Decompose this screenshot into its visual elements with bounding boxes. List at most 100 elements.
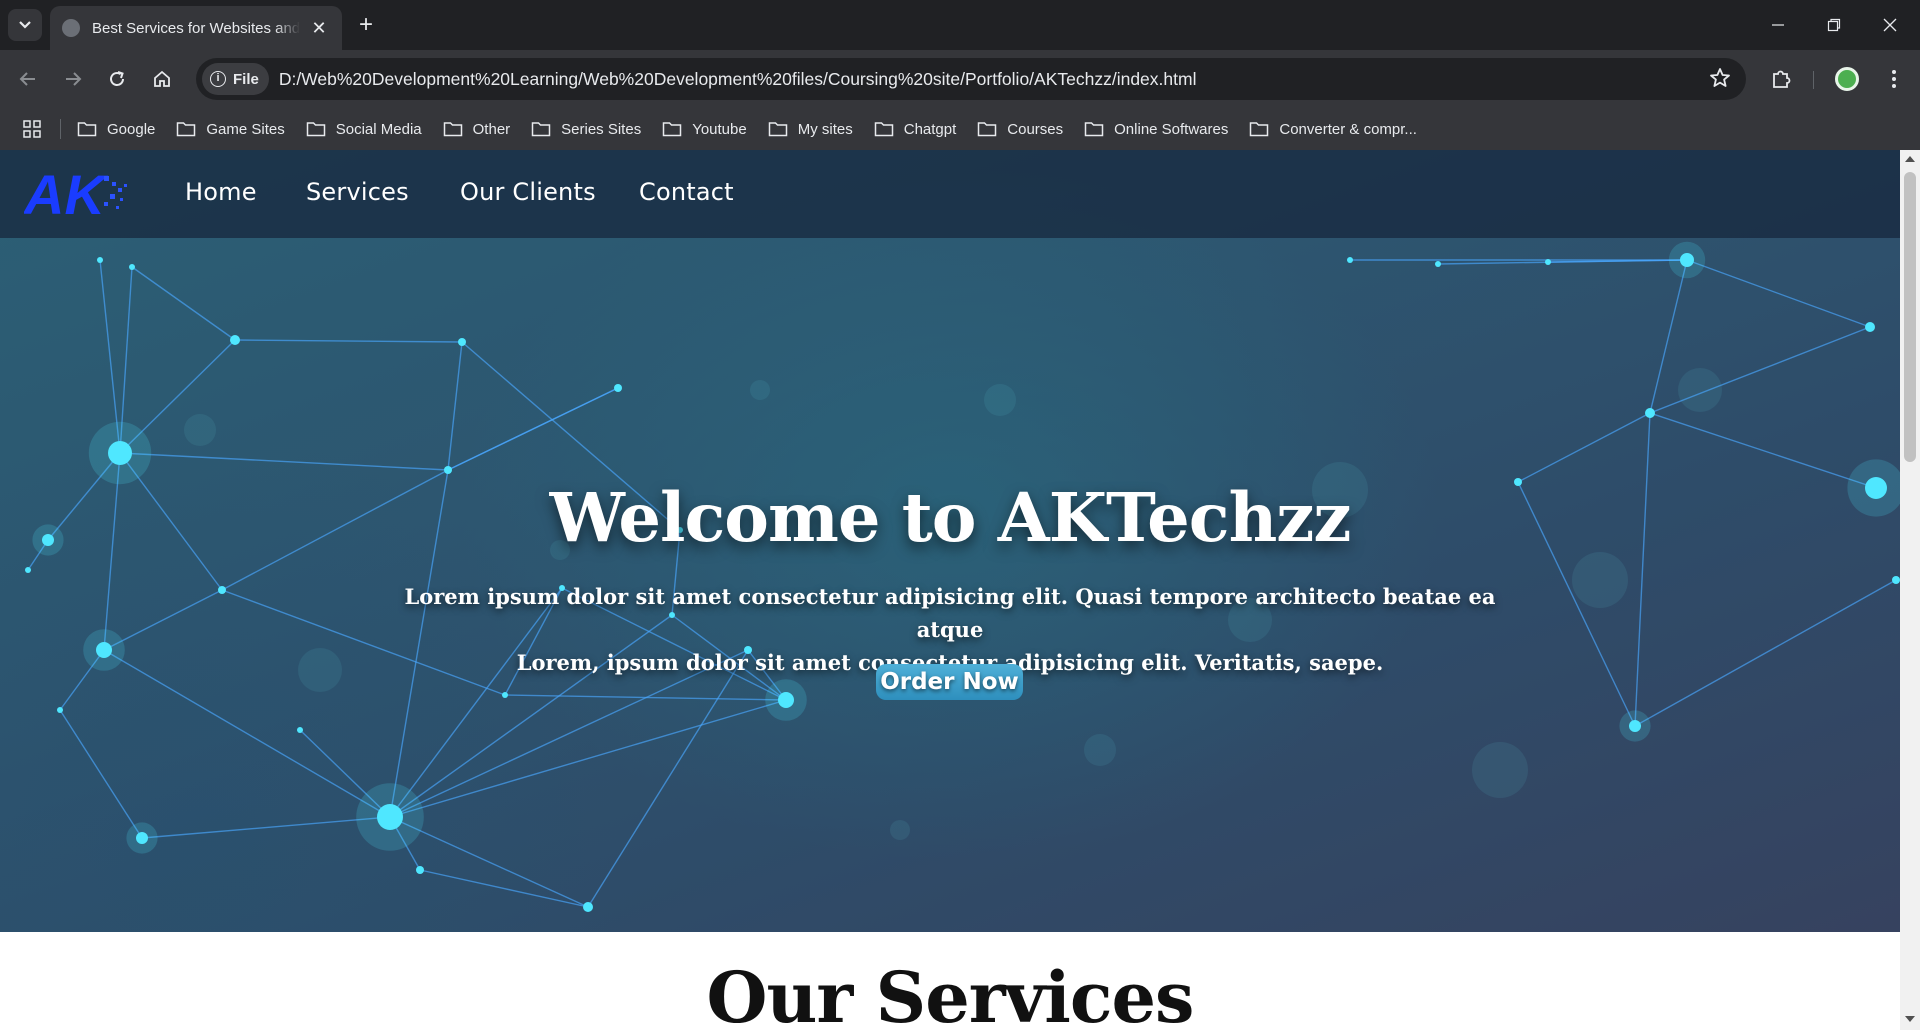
- url-text[interactable]: D:/Web%20Development%20Learning/Web%20De…: [279, 69, 1197, 90]
- folder-icon: [443, 122, 462, 137]
- network-node: [129, 264, 135, 270]
- bookmark-folder[interactable]: Social Media: [306, 121, 422, 138]
- nav-services[interactable]: Services: [306, 178, 409, 206]
- minimize-icon: [1772, 24, 1784, 26]
- nav-our-clients[interactable]: Our Clients: [460, 178, 596, 206]
- page-viewport: AK Home Services Our Clients Contact Wel…: [0, 150, 1900, 1030]
- folder-icon: [662, 122, 682, 137]
- network-line: [1517, 412, 1651, 483]
- network-line: [234, 339, 463, 343]
- bookmark-label: Chatgpt: [903, 120, 957, 138]
- network-line: [1649, 412, 1877, 489]
- close-icon: [1883, 18, 1897, 32]
- network-node: [377, 804, 403, 830]
- active-tab[interactable]: Best Services for Websites and Digital ✕: [50, 6, 342, 50]
- avatar: [1835, 67, 1859, 91]
- network-node: [1645, 408, 1655, 418]
- bookmark-folder[interactable]: Online Softwares: [1084, 121, 1228, 138]
- bookmark-folder[interactable]: Converter & compr...: [1249, 121, 1417, 138]
- network-node: [1865, 322, 1875, 332]
- folder-icon: [177, 122, 196, 137]
- network-node: [1680, 253, 1694, 267]
- bokeh-dot: [1472, 742, 1528, 798]
- scrollbar-thumb[interactable]: [1904, 172, 1916, 462]
- new-tab-button[interactable]: +: [352, 11, 380, 39]
- tab-title: Best Services for Websites and Digital: [92, 19, 300, 37]
- forward-button[interactable]: [55, 61, 91, 97]
- tab-search-button[interactable]: [8, 9, 42, 41]
- address-bar[interactable]: i File D:/Web%20Development%20Learning/W…: [196, 58, 1746, 100]
- network-line: [141, 816, 391, 839]
- scroll-down-arrow-icon[interactable]: [1905, 1016, 1915, 1022]
- network-node: [502, 692, 508, 698]
- network-line: [587, 649, 749, 908]
- bookmark-label: Other: [472, 120, 511, 138]
- network-node: [25, 567, 31, 573]
- hero-title: Welcome to AKTechzz: [549, 478, 1352, 557]
- bookmarks-divider: [60, 119, 61, 139]
- bokeh-dot: [298, 648, 342, 692]
- back-button[interactable]: [10, 61, 46, 97]
- bookmark-label: Online Softwares: [1114, 120, 1229, 138]
- site-logo[interactable]: AK: [24, 164, 134, 222]
- info-icon: i: [210, 71, 226, 87]
- menu-button[interactable]: [1876, 61, 1912, 97]
- bookmark-folder[interactable]: Series Sites: [531, 121, 641, 138]
- network-node: [458, 338, 466, 346]
- network-node: [614, 384, 622, 392]
- network-line: [1634, 579, 1897, 727]
- nav-contact[interactable]: Contact: [639, 178, 734, 206]
- close-tab-icon[interactable]: ✕: [308, 18, 330, 39]
- nav-home[interactable]: Home: [185, 178, 257, 206]
- reload-button[interactable]: [99, 61, 135, 97]
- network-line: [59, 709, 143, 839]
- profile-button[interactable]: [1829, 61, 1865, 97]
- bookmark-label: Game Sites: [206, 120, 285, 138]
- bokeh-dot: [1572, 552, 1628, 608]
- bookmark-label: Converter & compr...: [1279, 120, 1417, 138]
- bookmark-star-icon[interactable]: [1708, 66, 1732, 90]
- network-node: [96, 642, 112, 658]
- bookmark-label: Google: [107, 120, 156, 138]
- apps-grid-icon: [23, 120, 41, 138]
- restore-button[interactable]: [1806, 0, 1862, 50]
- page-scrollbar[interactable]: [1900, 150, 1920, 1030]
- bookmark-folder[interactable]: Chatgpt: [874, 120, 957, 138]
- bookmark-folder[interactable]: Courses: [977, 121, 1063, 138]
- bookmark-folder[interactable]: Game Sites: [176, 120, 285, 138]
- minimize-button[interactable]: [1750, 0, 1806, 50]
- bookmark-folder[interactable]: Other: [443, 120, 511, 138]
- services-heading: Our Services: [706, 956, 1195, 1030]
- tab-strip: Best Services for Websites and Digital ✕…: [0, 0, 1920, 50]
- bookmark-folder[interactable]: Youtube: [662, 121, 747, 138]
- hero-subtitle-line-1: Lorem ipsum dolor sit amet consectetur a…: [404, 584, 1496, 642]
- folder-icon: [1084, 122, 1104, 137]
- bookmark-label: Youtube: [692, 120, 747, 138]
- browser-toolbar: i File D:/Web%20Development%20Learning/W…: [0, 50, 1920, 108]
- bookmark-folder[interactable]: Google: [77, 121, 155, 138]
- site-info-chip[interactable]: i File: [202, 63, 269, 95]
- network-node: [108, 441, 132, 465]
- network-node: [416, 866, 424, 874]
- scroll-up-arrow-icon[interactable]: [1905, 156, 1915, 162]
- close-window-button[interactable]: [1862, 0, 1918, 50]
- network-node: [1629, 720, 1641, 732]
- network-node: [444, 466, 452, 474]
- bookmarks-bar: Google Game Sites Social Media Other Series …: [0, 108, 1920, 150]
- puzzle-icon: [1773, 70, 1791, 88]
- extensions-button[interactable]: [1763, 61, 1799, 97]
- bookmark-label: My sites: [797, 120, 853, 138]
- network-line: [103, 649, 391, 818]
- network-node: [1892, 576, 1900, 584]
- home-button[interactable]: [144, 61, 180, 97]
- chevron-down-icon: [19, 21, 31, 29]
- bokeh-dot: [890, 820, 910, 840]
- bookmark-folder[interactable]: My sites: [768, 121, 853, 138]
- apps-button[interactable]: [20, 117, 44, 141]
- network-line: [131, 266, 236, 341]
- order-now-button[interactable]: Order Now: [876, 664, 1023, 700]
- network-node: [1435, 261, 1441, 267]
- network-line: [119, 452, 449, 471]
- network-node: [97, 257, 103, 263]
- bokeh-dot: [1678, 368, 1722, 412]
